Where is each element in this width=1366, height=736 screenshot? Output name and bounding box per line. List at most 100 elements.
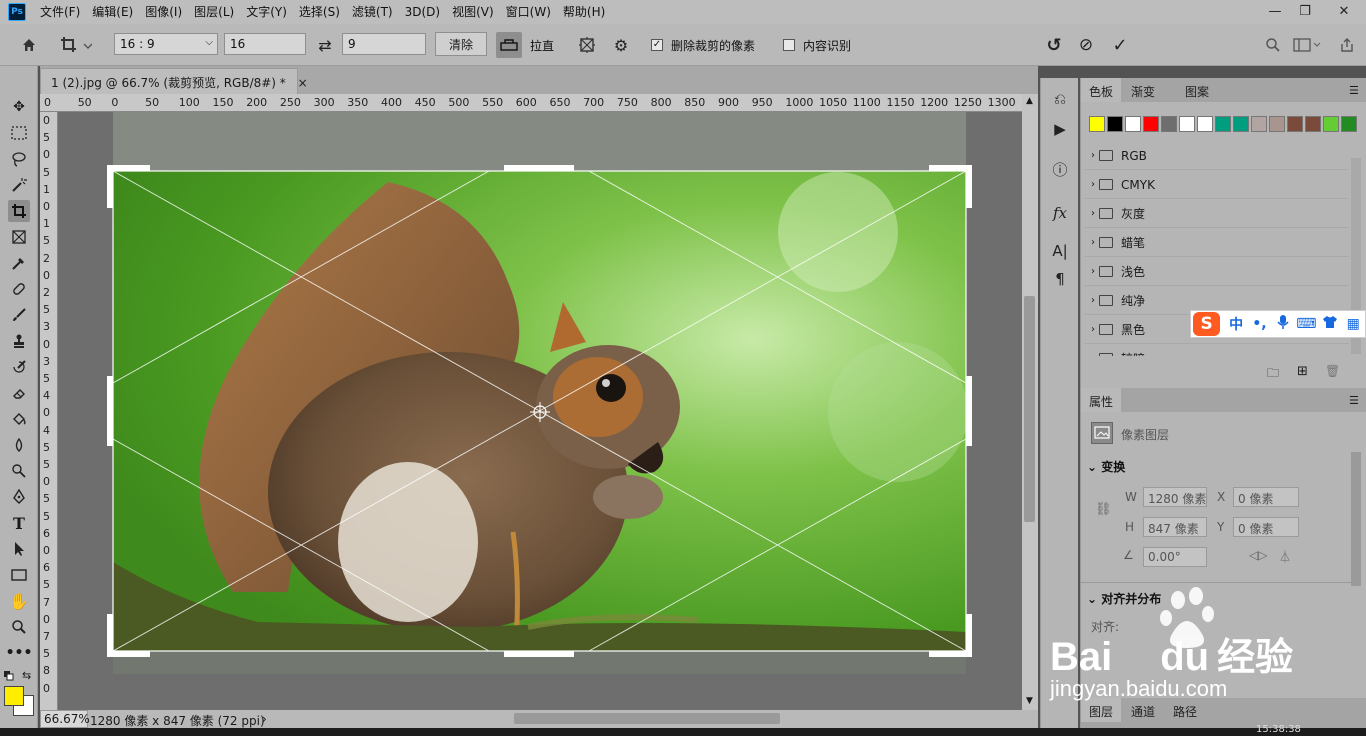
status-menu-arrow-icon[interactable]: ›: [262, 712, 267, 726]
color-swatch[interactable]: [1143, 116, 1159, 132]
history-brush-tool-icon[interactable]: [8, 356, 30, 378]
ime-language-toggle[interactable]: 中: [1224, 314, 1247, 334]
properties-scrollbar[interactable]: [1351, 452, 1361, 586]
dodge-tool-icon[interactable]: [8, 460, 30, 482]
lasso-tool-icon[interactable]: [8, 148, 30, 170]
close-button[interactable]: ✕: [1324, 0, 1364, 22]
skin-icon[interactable]: [1318, 315, 1341, 333]
width-property-field[interactable]: 1280 像素: [1143, 487, 1207, 507]
frame-tool-icon[interactable]: [8, 226, 30, 248]
type-tool-icon[interactable]: T: [8, 512, 30, 534]
menu-window[interactable]: 窗口(W): [500, 0, 557, 24]
microphone-icon[interactable]: [1271, 314, 1294, 334]
color-swatch[interactable]: [1341, 116, 1357, 132]
hand-tool-icon[interactable]: ✋: [8, 590, 30, 612]
menu-file[interactable]: 文件(F): [34, 0, 86, 24]
tab-gradients[interactable]: 渐变: [1123, 78, 1163, 102]
minimize-button[interactable]: —: [1260, 0, 1290, 22]
menu-help[interactable]: 帮助(H): [557, 0, 611, 24]
new-swatch-icon[interactable]: ⊞: [1297, 364, 1308, 379]
search-icon[interactable]: [1262, 34, 1284, 56]
commit-icon[interactable]: ✓: [1108, 33, 1132, 57]
menu-3d[interactable]: 3D(D): [399, 0, 446, 24]
height-property-field[interactable]: 847 像素: [1143, 517, 1207, 537]
swatch-group[interactable]: › 较暗: [1085, 345, 1349, 356]
content-aware-checkbox[interactable]: [783, 39, 795, 51]
tab-swatches[interactable]: 色板: [1081, 78, 1122, 102]
color-swatch[interactable]: [1269, 116, 1285, 132]
x-property-field[interactable]: 0 像素: [1233, 487, 1299, 507]
paragraph-panel-icon[interactable]: ¶: [1049, 268, 1071, 290]
swap-icon[interactable]: ⇄: [314, 34, 336, 56]
color-swatch[interactable]: [1125, 116, 1141, 132]
link-icon[interactable]: ⛓: [1095, 502, 1112, 517]
canvas-area[interactable]: [58, 112, 1022, 710]
magic-wand-tool-icon[interactable]: [8, 174, 30, 196]
menu-image[interactable]: 图像(I): [139, 0, 188, 24]
document-tab-close-icon[interactable]: ×: [298, 76, 308, 90]
color-swatch[interactable]: [1323, 116, 1339, 132]
zoom-tool-icon[interactable]: [8, 616, 30, 638]
panel-menu-icon[interactable]: ☰: [1349, 84, 1359, 97]
delete-icon[interactable]: 🗑: [1325, 364, 1340, 378]
vertical-scroll-thumb[interactable]: [1024, 296, 1035, 522]
color-swatch[interactable]: [1107, 116, 1123, 132]
more-tools-icon[interactable]: •••: [6, 642, 33, 664]
new-group-folder-icon[interactable]: 🗀: [1267, 364, 1279, 385]
tab-properties[interactable]: 属性: [1081, 388, 1122, 412]
flip-vertical-icon[interactable]: ⏃: [1279, 548, 1291, 565]
transform-header[interactable]: ⌄ 变换: [1087, 458, 1125, 475]
color-swatch[interactable]: [1287, 116, 1303, 132]
grid-overlay-icon[interactable]: [576, 34, 598, 56]
straighten-label[interactable]: 拉直: [530, 37, 554, 54]
menu-type[interactable]: 文字(Y): [240, 0, 293, 24]
share-icon[interactable]: [1336, 34, 1358, 56]
tab-patterns[interactable]: 图案: [1177, 78, 1217, 102]
menu-select[interactable]: 选择(S): [293, 0, 346, 24]
color-swatch[interactable]: [1161, 116, 1177, 132]
zoom-level[interactable]: 66.67%: [40, 710, 90, 728]
ratio-select[interactable]: 16 : 9 ⌵: [114, 33, 218, 55]
foreground-color-swatch[interactable]: [4, 686, 24, 706]
delete-pixels-checkbox[interactable]: ✓: [651, 39, 663, 51]
swatch-group[interactable]: › 浅色: [1085, 258, 1349, 286]
eyedropper-tool-icon[interactable]: [8, 252, 30, 274]
actions-panel-icon[interactable]: ▶: [1049, 118, 1071, 140]
pen-tool-icon[interactable]: [8, 486, 30, 508]
menu-view[interactable]: 视图(V): [446, 0, 500, 24]
swatch-group[interactable]: › CMYK: [1085, 171, 1349, 199]
color-swatch[interactable]: [1215, 116, 1231, 132]
move-tool-icon[interactable]: ✥: [8, 96, 30, 118]
paint-bucket-tool-icon[interactable]: [8, 408, 30, 430]
scroll-up-icon[interactable]: ▲: [1026, 96, 1033, 106]
menu-layer[interactable]: 图层(L): [188, 0, 240, 24]
color-swatch[interactable]: [1251, 116, 1267, 132]
horizontal-scroll-thumb[interactable]: [514, 713, 780, 724]
clone-stamp-tool-icon[interactable]: [8, 330, 30, 352]
height-field[interactable]: 9: [342, 33, 426, 55]
crop-tool-icon[interactable]: [8, 200, 30, 222]
marquee-tool-icon[interactable]: [8, 122, 30, 144]
apps-grid-icon[interactable]: ▦: [1342, 316, 1365, 332]
gear-icon[interactable]: ⚙: [610, 34, 632, 56]
width-field[interactable]: 16: [224, 33, 306, 55]
ime-punctuation-icon[interactable]: •,: [1248, 316, 1271, 332]
eraser-tool-icon[interactable]: [8, 382, 30, 404]
keyboard-icon[interactable]: ⌨: [1295, 316, 1318, 332]
color-swatch[interactable]: [1233, 116, 1249, 132]
default-colors-icon[interactable]: [4, 670, 14, 681]
straighten-icon[interactable]: [496, 32, 522, 58]
color-swatch[interactable]: [1089, 116, 1105, 132]
info-panel-icon[interactable]: ⓘ: [1049, 158, 1071, 180]
healing-brush-tool-icon[interactable]: [8, 278, 30, 300]
cancel-icon[interactable]: ⊘: [1074, 33, 1098, 57]
panel-menu-icon[interactable]: ☰: [1349, 394, 1359, 407]
swatch-group[interactable]: › RGB: [1085, 142, 1349, 170]
home-icon[interactable]: [18, 34, 40, 56]
scroll-down-icon[interactable]: ▼: [1026, 696, 1033, 706]
path-selection-tool-icon[interactable]: [8, 538, 30, 560]
history-panel-icon[interactable]: ⎌: [1049, 88, 1071, 110]
flip-horizontal-icon[interactable]: ◁▷: [1249, 548, 1267, 562]
color-swatch[interactable]: [1305, 116, 1321, 132]
character-panel-icon[interactable]: A|: [1049, 240, 1071, 262]
